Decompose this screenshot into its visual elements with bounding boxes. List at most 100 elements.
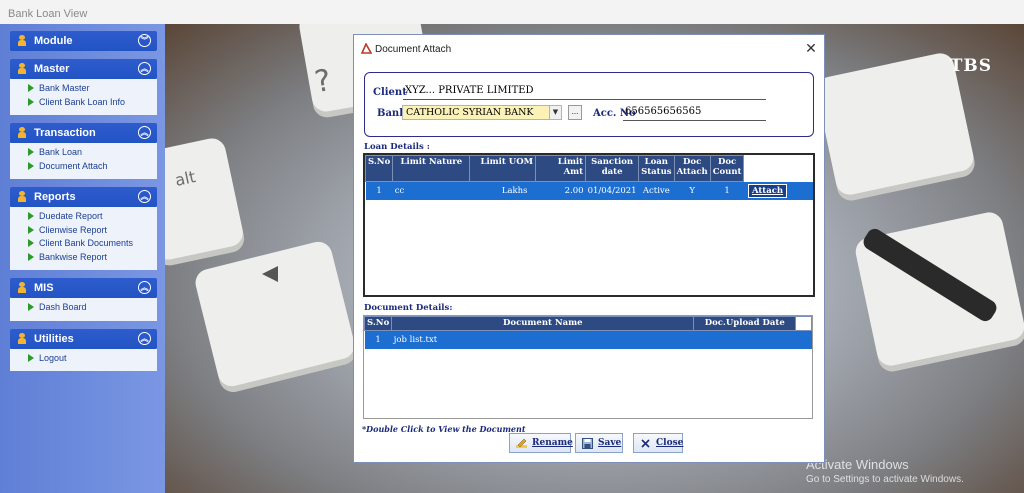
column-header[interactable]: Limit Amt: [535, 155, 587, 182]
column-header[interactable]: S.No: [364, 316, 393, 331]
arrow-right-icon: [28, 353, 34, 362]
chevron-up-icon[interactable]: ︽: [138, 190, 151, 203]
close-button-label: Close: [656, 438, 684, 448]
section-title: Module: [34, 35, 73, 47]
column-header[interactable]: Loan Status: [638, 155, 675, 182]
chevron-up-icon[interactable]: ︽: [138, 126, 151, 139]
bank-select-value: CATHOLIC SYRIAN BANK: [406, 107, 534, 118]
app-icon: [361, 43, 372, 54]
loan-details-label: Loan Details :: [364, 142, 430, 152]
bank-browse-button[interactable]: ...: [568, 105, 582, 120]
save-button-label: Save: [598, 438, 622, 448]
column-header[interactable]: Doc.Upload Date: [693, 316, 797, 331]
sidebar-section-utilities: Utilities ︽ Logout: [10, 328, 157, 371]
sidebar-item-bank-master[interactable]: Bank Master: [28, 83, 157, 97]
section-header-mis[interactable]: MIS ︽: [10, 278, 157, 298]
sidebar-item-clienwise-report[interactable]: Clienwise Report: [28, 225, 157, 239]
section-title: Master: [34, 63, 70, 75]
close-icon: [641, 439, 650, 448]
arrow-right-icon: [28, 148, 34, 156]
section-body: Bank Master Client Bank Loan Info: [10, 79, 157, 115]
acc-no-value: 656565656565: [625, 106, 702, 117]
section-header-transaction[interactable]: Transaction ︽: [10, 123, 157, 143]
sidebar-item-label: Duedate Report: [39, 211, 103, 221]
dialog-titlebar: Document Attach ✕: [354, 35, 824, 62]
chevron-up-icon[interactable]: ︽: [138, 331, 151, 345]
section-title: Reports: [34, 191, 76, 203]
column-header[interactable]: Limit UOM: [469, 155, 537, 182]
document-details-table: S.No Document Name Doc.Upload Date 1 job…: [364, 316, 812, 349]
cell-limit-nature: cc: [392, 181, 470, 200]
sidebar-item-dash-board[interactable]: Dash Board: [28, 302, 157, 316]
user-icon: [18, 35, 26, 46]
cell-limit-amt: 2.00: [535, 181, 586, 200]
arrow-right-icon: [28, 212, 34, 220]
table-row[interactable]: 1 job list.txt: [364, 330, 812, 349]
close-button[interactable]: Close: [633, 433, 683, 453]
sidebar-section-transaction: Transaction ︽ Bank Loan Document Attach: [10, 123, 157, 179]
cell-loan-status: Active: [638, 181, 675, 200]
section-title: Utilities: [34, 332, 74, 345]
sidebar-item-bankwise-report[interactable]: Bankwise Report: [28, 252, 157, 266]
cell-blank: [795, 330, 812, 349]
section-title: Transaction: [34, 127, 96, 139]
floppy-icon: [582, 438, 593, 449]
section-body: Logout: [10, 348, 157, 371]
loan-details-table: S.No Limit Nature Limit UOM Limit Amt Sa…: [365, 155, 813, 200]
chevron-up-icon[interactable]: ︽: [138, 281, 151, 294]
sidebar-item-client-bank-documents[interactable]: Client Bank Documents: [28, 238, 157, 252]
keyboard-key: [165, 135, 246, 263]
column-header[interactable]: Doc Attach: [673, 155, 711, 182]
keyboard-key: [192, 238, 358, 390]
chevron-up-icon[interactable]: ︽: [138, 62, 151, 75]
cell-sanction-date: 01/04/2021: [585, 181, 639, 200]
chevron-down-icon[interactable]: ︾: [138, 34, 151, 47]
section-header-reports[interactable]: Reports ︽: [10, 187, 157, 207]
user-icon: [18, 63, 26, 74]
section-body: Dash Board: [10, 298, 157, 321]
sidebar: Module ︾ Master ︽ Bank Master Client Ban…: [0, 24, 165, 493]
chevron-down-icon[interactable]: ▼: [549, 106, 561, 119]
attach-button[interactable]: Attach: [747, 184, 788, 198]
pencil-icon: [516, 438, 527, 448]
sidebar-item-client-bank-loan-info[interactable]: Client Bank Loan Info: [28, 97, 157, 111]
sidebar-item-bank-loan[interactable]: Bank Loan: [28, 147, 157, 161]
sidebar-item-document-attach[interactable]: Document Attach: [28, 161, 157, 175]
document-details-label: Document Details:: [364, 303, 453, 313]
section-body: Duedate Report Clienwise Report Client B…: [10, 207, 157, 270]
cell-limit-uom: Lakhs: [469, 181, 536, 200]
rename-button-label: Rename: [532, 438, 573, 448]
column-header[interactable]: Doc Count: [709, 155, 745, 182]
client-underline: [403, 99, 766, 100]
sidebar-item-label: Logout: [39, 352, 67, 363]
column-header[interactable]: Sanction date: [585, 155, 640, 182]
column-header[interactable]: Limit Nature: [392, 155, 471, 182]
section-header-master[interactable]: Master ︽: [10, 59, 157, 79]
sidebar-section-reports: Reports ︽ Duedate Report Clienwise Repor…: [10, 187, 157, 270]
bank-select[interactable]: CATHOLIC SYRIAN BANK ▼: [402, 105, 562, 120]
cell-action: Attach: [743, 181, 813, 200]
section-body: Bank Loan Document Attach: [10, 143, 157, 179]
cell-upload-date: [693, 330, 796, 349]
arrow-right-icon: [28, 252, 34, 261]
sidebar-item-logout[interactable]: Logout: [28, 353, 157, 367]
user-icon: [18, 332, 26, 344]
section-header-module[interactable]: Module ︾: [10, 31, 157, 51]
section-header-utilities[interactable]: Utilities ︽: [10, 328, 157, 349]
cell-doc-attach: Y: [674, 181, 711, 200]
acc-underline: [623, 120, 766, 121]
sidebar-item-duedate-report[interactable]: Duedate Report: [28, 211, 157, 225]
sidebar-item-label: Clienwise Report: [39, 224, 108, 235]
section-title: MIS: [34, 282, 54, 294]
save-button[interactable]: Save: [575, 433, 623, 453]
cell-sno: 1: [365, 181, 393, 200]
cell-document-name: job list.txt: [391, 330, 694, 349]
loan-details-grid: S.No Limit Nature Limit UOM Limit Amt Sa…: [363, 153, 815, 297]
sidebar-item-label: Dash Board: [39, 302, 87, 312]
table-row[interactable]: 1 cc Lakhs 2.00 01/04/2021 Active Y 1 At…: [365, 181, 813, 200]
rename-button[interactable]: Rename: [509, 433, 573, 453]
column-header[interactable]: Document Name: [391, 316, 695, 331]
close-icon[interactable]: ✕: [804, 40, 818, 57]
cell-sno: 1: [364, 330, 392, 349]
column-header[interactable]: S.No: [365, 155, 394, 182]
